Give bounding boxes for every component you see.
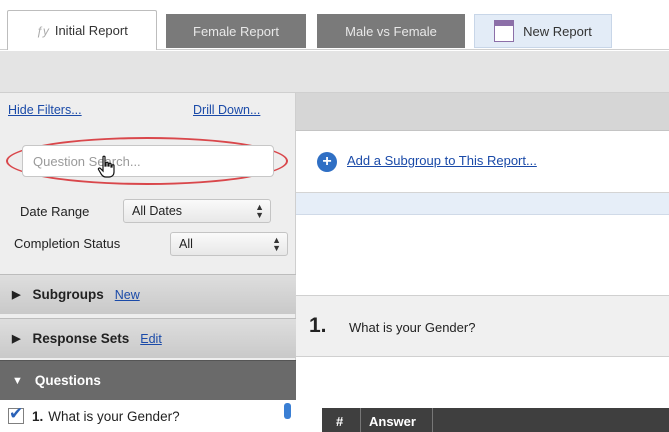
chart-icon: ƒy [36, 23, 49, 38]
column-divider [360, 408, 361, 432]
expand-triangle-icon: ▶ [12, 289, 21, 301]
column-header-answer: Answer [369, 414, 416, 429]
tab-female-report[interactable]: Female Report [166, 14, 306, 48]
report-blank-area [296, 215, 669, 295]
new-subgroup-link[interactable]: New [115, 288, 140, 302]
scrollbar-thumb[interactable] [284, 403, 291, 419]
question-text: What is your Gender? [48, 408, 180, 424]
tab-male-vs-female[interactable]: Male vs Female [317, 14, 465, 48]
edit-response-sets-link[interactable]: Edit [140, 332, 162, 346]
question-list-item[interactable]: 1. What is your Gender? [0, 400, 296, 432]
tab-label: Female Report [193, 23, 279, 39]
section-label: Subgroups [32, 287, 104, 302]
section-label: Response Sets [32, 331, 130, 346]
hide-filters-link[interactable]: Hide Filters... [8, 103, 82, 117]
select-arrows-icon: ▲ ▼ [272, 235, 281, 253]
response-sets-section-header[interactable]: ▶ Response Sets Edit [0, 318, 296, 358]
date-range-value: All Dates [132, 204, 183, 218]
drill-down-link[interactable]: Drill Down... [193, 103, 260, 117]
report-header-bar [296, 93, 669, 131]
question-search-input[interactable] [22, 145, 274, 177]
select-arrows-icon: ▲ ▼ [255, 202, 264, 220]
tab-label: New Report [523, 23, 592, 39]
section-label: Questions [34, 373, 101, 388]
filter-panel: Hide Filters... Drill Down... Date Range… [0, 93, 296, 432]
questions-section-header[interactable]: ▼ Questions [0, 360, 296, 400]
answer-table-header: # Answer [322, 408, 669, 432]
column-header-number: # [336, 414, 344, 429]
question-number: 1. [309, 314, 327, 337]
question-checkbox[interactable] [8, 404, 24, 424]
subgroup-strip [296, 193, 669, 215]
add-subgroup-link[interactable]: Add a Subgroup to This Report... [347, 153, 537, 168]
tab-new-report[interactable]: New Report [474, 14, 612, 48]
tab-label: Male vs Female [345, 23, 437, 39]
search-highlight-ellipse [6, 137, 288, 185]
date-range-select[interactable]: All Dates ▲ ▼ [123, 199, 271, 223]
completion-status-label: Completion Status [14, 236, 121, 251]
column-divider [432, 408, 433, 432]
collapse-triangle-icon: ▼ [12, 374, 23, 387]
add-subgroup-row: + Add a Subgroup to This Report... [296, 131, 669, 193]
expand-triangle-icon: ▶ [12, 333, 21, 345]
tab-initial-report[interactable]: ƒy Initial Report [7, 10, 157, 50]
question-number: 1. [32, 408, 44, 424]
date-range-label: Date Range [20, 204, 90, 219]
new-report-icon [494, 20, 515, 42]
add-circle-icon[interactable]: + [317, 152, 337, 172]
completion-status-value: All [179, 237, 193, 251]
subgroups-section-header[interactable]: ▶ Subgroups New [0, 274, 296, 314]
filter-links: Hide Filters... Drill Down... [0, 93, 296, 125]
completion-status-select[interactable]: All ▲ ▼ [170, 232, 288, 256]
report-tab-bar: ƒy Initial Report Female Report Male vs … [0, 0, 669, 50]
question-header: 1. What is your Gender? [296, 295, 669, 357]
hand-cursor-icon [97, 155, 115, 178]
question-title: What is your Gender? [349, 320, 476, 335]
toolbar-strip [0, 51, 669, 93]
tab-label: Initial Report [54, 23, 128, 38]
